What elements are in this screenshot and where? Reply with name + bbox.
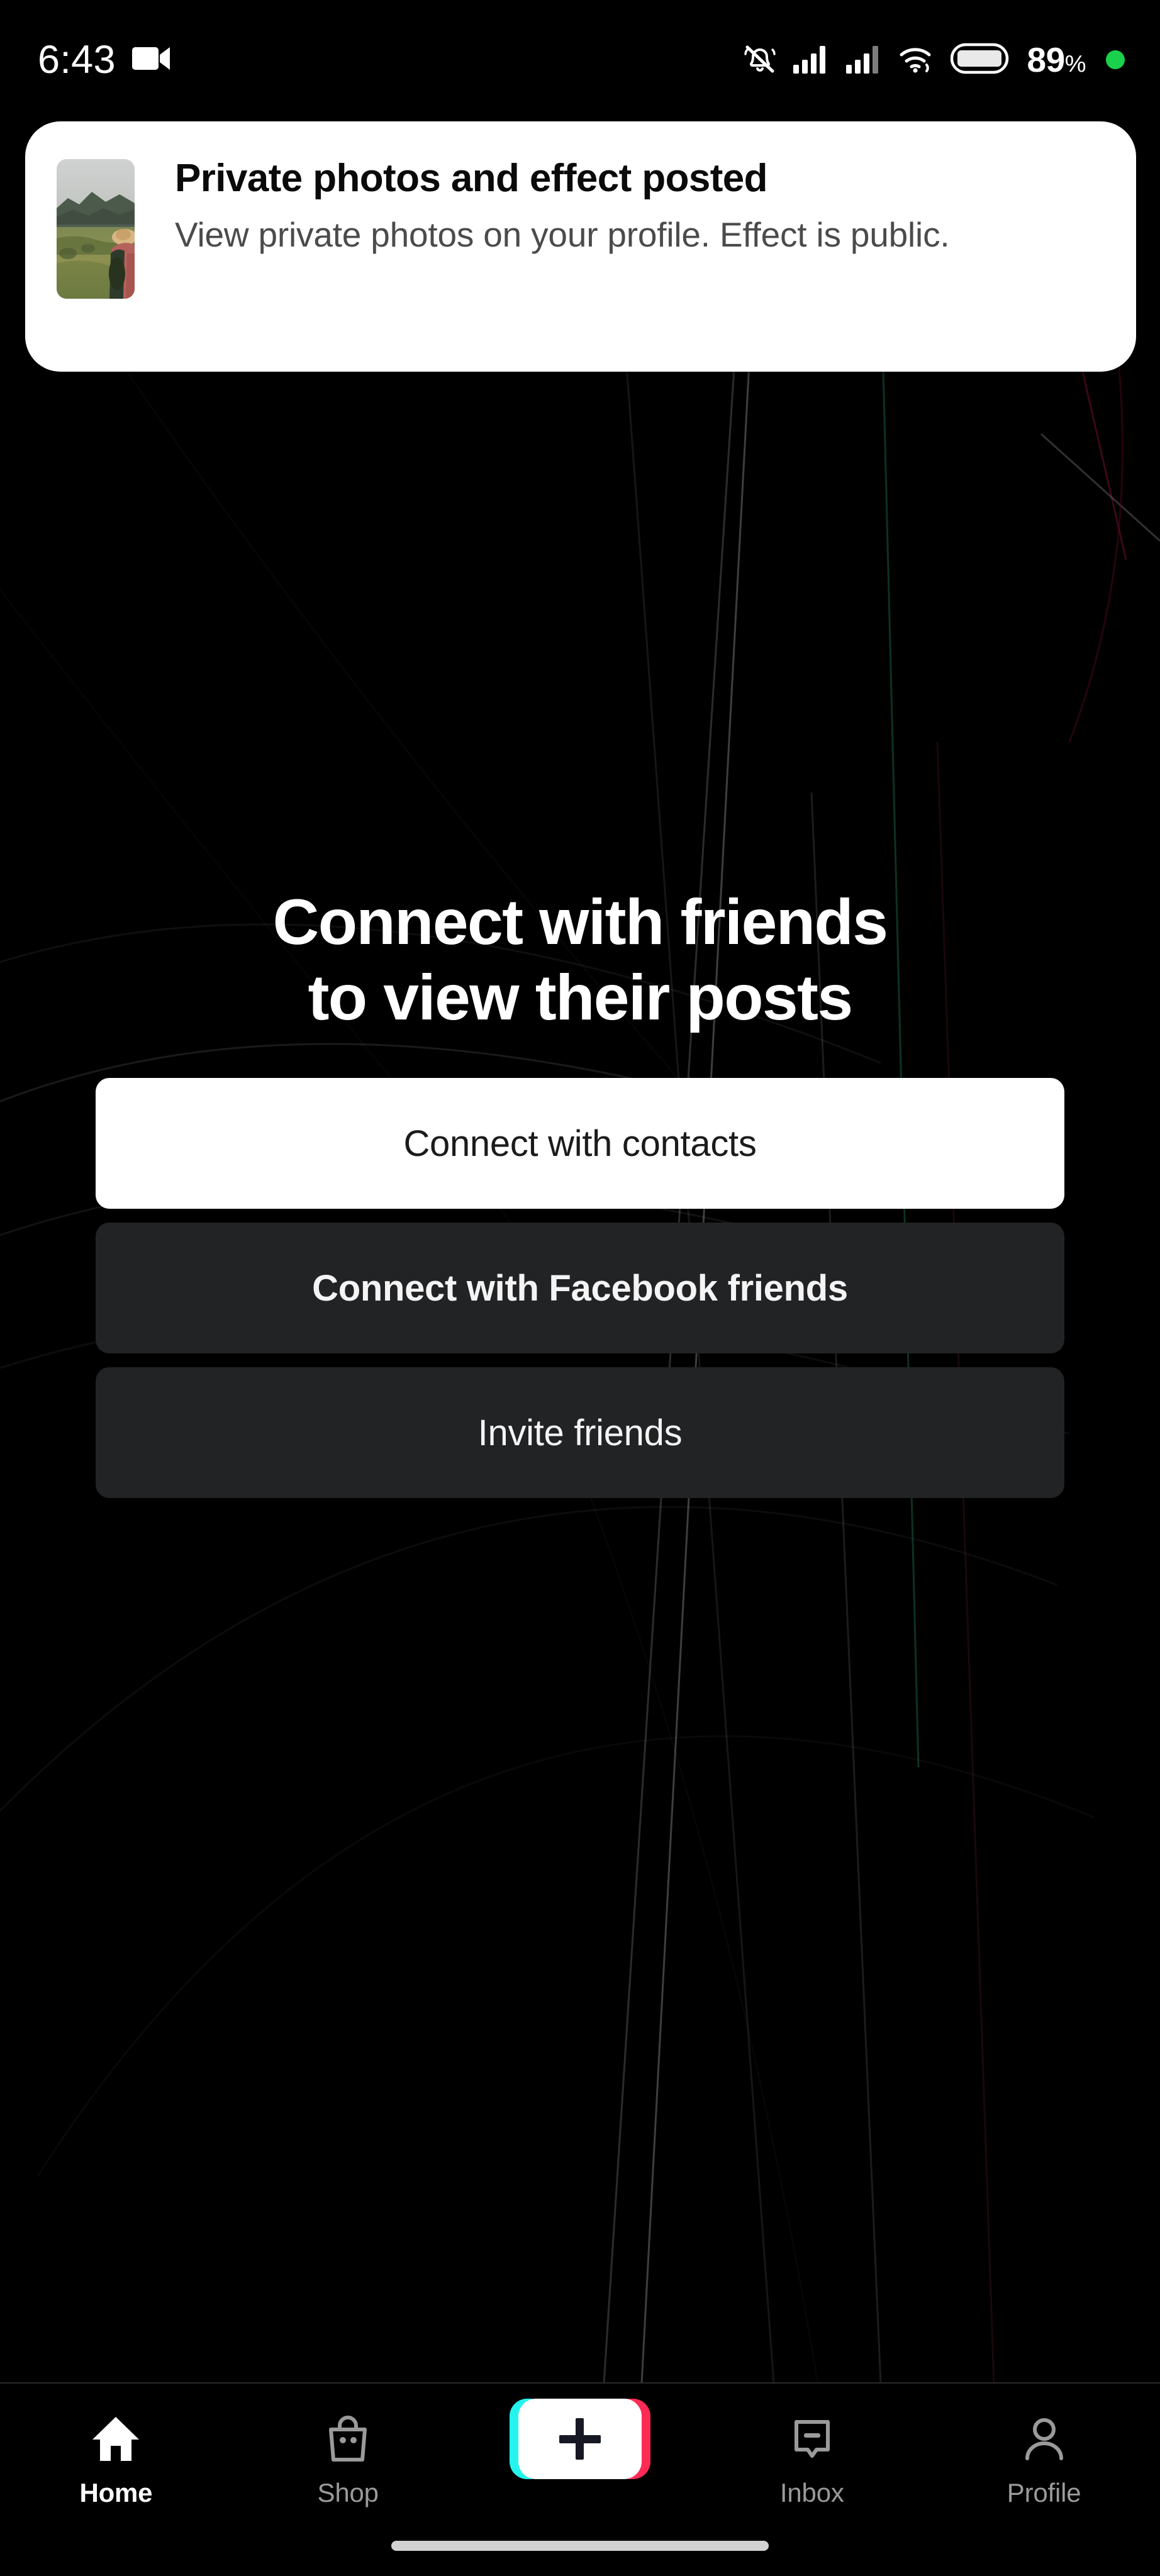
status-time: 6:43 — [38, 37, 116, 82]
connect-with-contacts-button[interactable]: Connect with contacts — [96, 1078, 1064, 1209]
notification-text: Private photos and effect posted View pr… — [175, 157, 1111, 257]
nav-item-inbox[interactable]: Inbox — [718, 2405, 906, 2508]
nav-items: Home Shop Inbox Profile — [0, 2384, 1160, 2509]
create-plus-icon — [509, 2399, 650, 2479]
nav-item-shop[interactable]: Shop — [254, 2405, 442, 2508]
action-buttons: Connect with contacts Connect with Faceb… — [96, 1078, 1064, 1499]
plus-vertical — [576, 2418, 584, 2460]
home-icon — [87, 2405, 144, 2473]
notification-body: View private photos on your profile. Eff… — [175, 214, 950, 254]
nav-label-inbox: Inbox — [779, 2478, 844, 2507]
notification-thumbnail — [57, 159, 135, 299]
bottom-navigation-bar: Home Shop Inbox Profile — [0, 2382, 1160, 2576]
phone-screen: 6:43 89% Private photos and effect poste… — [0, 0, 1160, 2576]
shopping-bag-icon — [320, 2405, 376, 2473]
status-bar: 6:43 89% — [0, 0, 1160, 119]
nav-item-create[interactable] — [486, 2399, 674, 2479]
notification-title: Private photos and effect posted — [175, 157, 768, 200]
connect-with-facebook-friends-button[interactable]: Connect with Facebook friends — [96, 1223, 1064, 1354]
person-icon — [1016, 2405, 1073, 2473]
battery-icon — [950, 43, 1010, 77]
signal-bars-2-icon — [845, 43, 884, 77]
message-icon — [784, 2405, 840, 2473]
nav-item-home[interactable]: Home — [21, 2405, 210, 2508]
home-indicator[interactable] — [391, 2541, 769, 2551]
create-button[interactable] — [509, 2399, 650, 2479]
battery-percent: 89% — [1027, 40, 1086, 79]
notification-card[interactable]: Private photos and effect posted View pr… — [25, 121, 1136, 372]
recording-dot-icon — [1106, 50, 1125, 69]
nav-label-profile: Profile — [1007, 2478, 1081, 2507]
video-camera-icon — [131, 45, 171, 75]
signal-bars-icon — [792, 43, 831, 77]
invite-friends-button[interactable]: Invite friends — [96, 1367, 1064, 1499]
status-bar-left: 6:43 — [38, 40, 171, 80]
bell-muted-icon — [742, 40, 778, 80]
nav-label-shop: Shop — [317, 2478, 379, 2507]
status-bar-right: 89% — [742, 40, 1125, 80]
nav-item-profile[interactable]: Profile — [950, 2405, 1139, 2508]
wifi-icon — [898, 43, 937, 77]
nav-label-home: Home — [79, 2478, 153, 2507]
page-title: Connect with friends to view their posts — [272, 886, 888, 1033]
